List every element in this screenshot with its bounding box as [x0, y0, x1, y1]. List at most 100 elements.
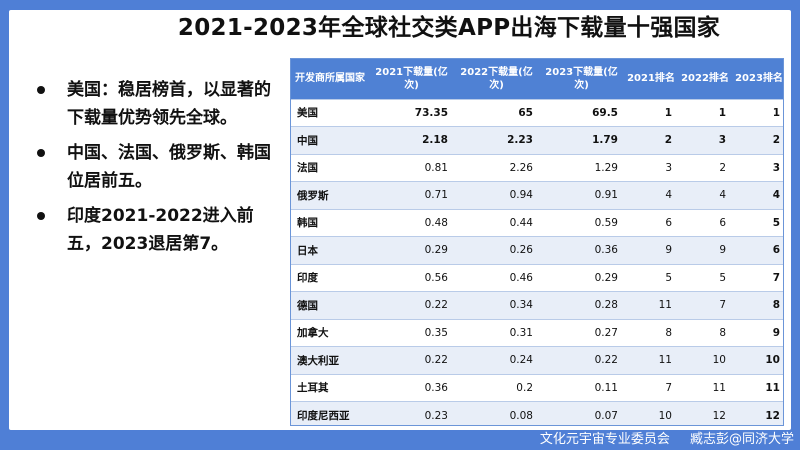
table-cell-r2023: 2: [732, 126, 783, 154]
table-cell-d2023: 0.27: [539, 318, 624, 347]
table-cell-r2022: 11: [678, 373, 732, 402]
table-cell-r2021: 5: [624, 263, 678, 292]
bullet-text: 印度2021-2022进入前五，2023退居第7。: [67, 206, 254, 254]
table-row: 俄罗斯 0.71 0.94 0.91 4 4 4: [291, 181, 783, 209]
table-row: 日本 0.29 0.26 0.36 9 9 6: [291, 236, 783, 264]
table-cell-r2022: 12: [678, 401, 732, 425]
bullet-list: 美国：稳居榜首，以显著的下载量优势领先全球。 中国、法国、俄罗斯、韩国位居前五。…: [37, 76, 287, 265]
header-downloads-2023: 2023下载量(亿次): [545, 66, 618, 91]
header-downloads-2022: 2022下载量(亿次): [460, 66, 533, 91]
table-cell-d2022: 0.46: [454, 263, 539, 292]
table-cell-r2022: 3: [678, 126, 732, 154]
table-cell-d2022: 0.2: [454, 373, 539, 402]
table-cell-d2023: 0.59: [539, 208, 624, 237]
table-cell-country: 加拿大: [291, 318, 369, 347]
table-cell-r2021: 2: [624, 126, 678, 154]
table-cell-d2023: 0.28: [539, 291, 624, 319]
table-cell-r2022: 2: [678, 153, 732, 182]
slide-canvas: 2021-2023年全球社交类APP出海下载量十强国家 美国：稳居榜首，以显著的…: [9, 10, 791, 430]
table-row: 印度尼西亚 0.23 0.08 0.07 10 12 12: [291, 401, 783, 425]
table-cell-d2023: 0.36: [539, 236, 624, 264]
table-cell-d2022: 0.94: [454, 181, 539, 209]
footer: 文化元宇宙专业委员会 臧志彭@同济大学: [524, 431, 794, 449]
table-cell-r2023: 4: [732, 181, 783, 209]
table-cell-d2022: 0.31: [454, 318, 539, 347]
table-cell-r2022: 1: [678, 98, 732, 127]
bullet-dot-icon: [37, 212, 45, 220]
table-cell-d2022: 0.34: [454, 291, 539, 319]
table-cell-r2021: 4: [624, 181, 678, 209]
table-cell-d2021: 0.71: [369, 181, 454, 209]
table-cell-r2021: 7: [624, 373, 678, 402]
table-cell-d2023: 0.29: [539, 263, 624, 292]
table-cell-r2023: 10: [732, 346, 783, 374]
table-cell-country: 澳大利亚: [291, 346, 369, 374]
table-cell-d2022: 2.23: [454, 126, 539, 154]
bullet-dot-icon: [37, 149, 45, 157]
table-cell-r2021: 6: [624, 208, 678, 237]
ranking-table: 开发商所属国家 2021下载量(亿次) 2022下载量(亿次) 2023下载量(…: [291, 59, 783, 425]
table-cell-d2022: 2.26: [454, 153, 539, 182]
table-cell-d2023: 1.29: [539, 153, 624, 182]
table-cell-country: 俄罗斯: [291, 181, 369, 209]
table-row: 澳大利亚 0.22 0.24 0.22 11 10 10: [291, 346, 783, 374]
table-cell-r2021: 11: [624, 291, 678, 319]
table-row: 美国 73.35 65 69.5 1 1 1: [291, 98, 783, 127]
table-cell-r2023: 11: [732, 373, 783, 402]
table-cell-d2021: 2.18: [369, 126, 454, 154]
table-cell-d2021: 0.23: [369, 401, 454, 425]
table-cell-d2021: 0.35: [369, 318, 454, 347]
table-cell-country: 法国: [291, 153, 369, 182]
table-row: 加拿大 0.35 0.31 0.27 8 8 9: [291, 318, 783, 347]
table-cell-r2022: 5: [678, 263, 732, 292]
header-country: 开发商所属国家: [295, 73, 365, 85]
slide-title: 2021-2023年全球社交类APP出海下载量十强国家: [177, 15, 721, 41]
table-cell-r2023: 12: [732, 401, 783, 425]
table-cell-country: 中国: [291, 126, 369, 154]
table-cell-r2022: 10: [678, 346, 732, 374]
table-cell-d2023: 0.07: [539, 401, 624, 425]
bullet-dot-icon: [37, 86, 45, 94]
table-cell-d2023: 0.11: [539, 373, 624, 402]
table-row: 土耳其 0.36 0.2 0.11 7 11 11: [291, 373, 783, 402]
table-cell-r2023: 5: [732, 208, 783, 237]
table-cell-country: 德国: [291, 291, 369, 319]
table-cell-d2023: 1.79: [539, 126, 624, 154]
table-cell-r2022: 4: [678, 181, 732, 209]
header-downloads-2021: 2021下载量(亿次): [375, 66, 448, 91]
table-cell-d2021: 0.22: [369, 291, 454, 319]
header-rank-2021: 2021排名: [627, 73, 675, 85]
table-body: 美国 73.35 65 69.5 1 1 1 中国 2.18 2.23 1.79 2 3 2 法国 0.81 2…: [291, 98, 783, 425]
header-rank-2023: 2023排名: [735, 73, 783, 85]
table-header-row: 开发商所属国家 2021下载量(亿次) 2022下载量(亿次) 2023下载量(…: [291, 59, 783, 99]
table-cell-d2021: 0.81: [369, 153, 454, 182]
table-row: 印度 0.56 0.46 0.29 5 5 7: [291, 263, 783, 292]
table-cell-d2023: 0.22: [539, 346, 624, 374]
table-cell-d2021: 0.29: [369, 236, 454, 264]
table-cell-r2023: 9: [732, 318, 783, 347]
table-cell-d2021: 0.36: [369, 373, 454, 402]
table-cell-country: 土耳其: [291, 373, 369, 402]
table-cell-r2021: 10: [624, 401, 678, 425]
table-cell-r2022: 8: [678, 318, 732, 347]
bullet-text: 美国：稳居榜首，以显著的下载量优势领先全球。: [67, 80, 271, 128]
bullet-text: 中国、法国、俄罗斯、韩国位居前五。: [67, 143, 271, 191]
bullet-item: 印度2021-2022进入前五，2023退居第7。: [37, 202, 287, 258]
table-cell-r2023: 7: [732, 263, 783, 292]
table-cell-d2022: 0.24: [454, 346, 539, 374]
table-cell-d2023: 69.5: [539, 98, 624, 127]
table-cell-d2021: 73.35: [369, 98, 454, 127]
table-cell-d2022: 0.08: [454, 401, 539, 425]
table-cell-country: 印度尼西亚: [291, 401, 369, 425]
table-cell-r2023: 1: [732, 98, 783, 127]
table-cell-d2021: 0.56: [369, 263, 454, 292]
footer-author: 臧志彭@同济大学: [689, 432, 794, 447]
table-cell-d2022: 65: [454, 98, 539, 127]
table-cell-r2022: 7: [678, 291, 732, 319]
table-cell-d2021: 0.48: [369, 208, 454, 237]
bullet-item: 美国：稳居榜首，以显著的下载量优势领先全球。: [37, 76, 287, 132]
table-cell-d2022: 0.44: [454, 208, 539, 237]
table-cell-r2023: 8: [732, 291, 783, 319]
ranking-table-container: 开发商所属国家 2021下载量(亿次) 2022下载量(亿次) 2023下载量(…: [290, 58, 784, 426]
table-cell-r2022: 9: [678, 236, 732, 264]
